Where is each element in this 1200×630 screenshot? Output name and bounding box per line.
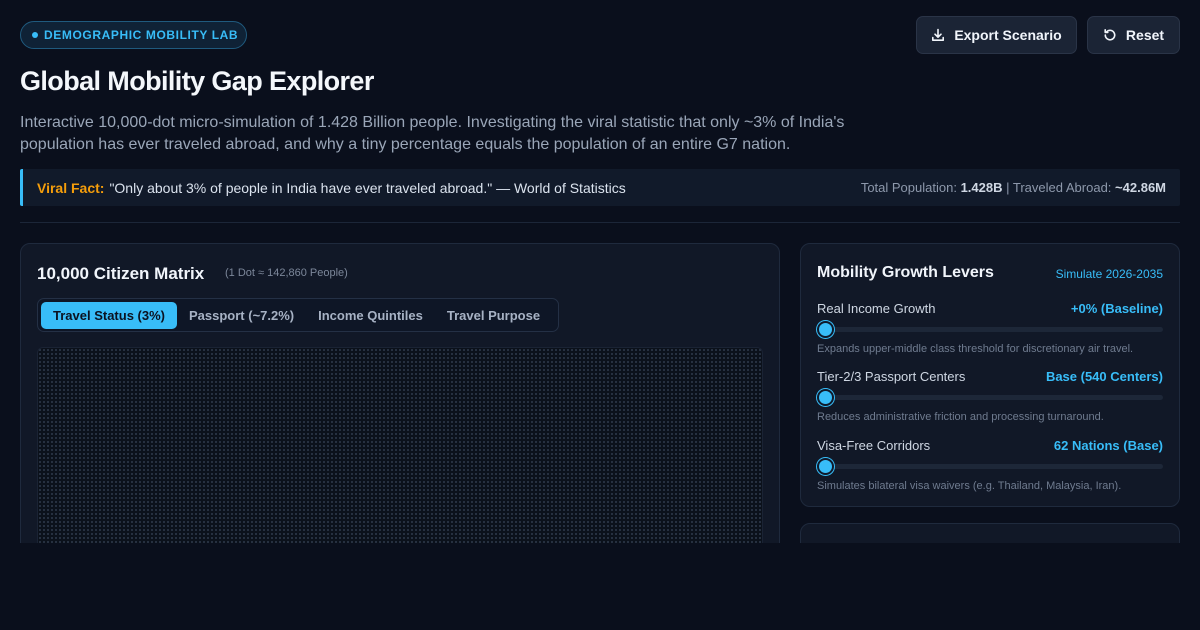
viral-fact-bar: Viral Fact: "Only about 3% of people in … — [20, 169, 1180, 206]
levers-title: Mobility Growth Levers — [817, 264, 994, 281]
traveled-value: ~42.86M — [1115, 180, 1166, 195]
slider-thumb[interactable] — [817, 389, 834, 406]
badge-dot-icon — [32, 32, 38, 38]
lever-description: Reduces administrative friction and proc… — [817, 411, 1104, 423]
reset-button[interactable]: Reset — [1087, 16, 1180, 54]
download-icon — [932, 28, 945, 41]
population-value: 1.428B — [960, 180, 1003, 195]
lever-name: Tier-2/3 Passport Centers — [817, 369, 966, 384]
lever-value: +0% (Baseline) — [1070, 301, 1163, 316]
lever-value: Base (540 Centers) — [1045, 369, 1163, 384]
fact-stats: Total Population: 1.428B | Traveled Abro… — [861, 180, 1166, 195]
fact-text: "Only about 3% of people in India have e… — [109, 179, 626, 196]
stats-separator: | — [1006, 180, 1010, 195]
export-scenario-button[interactable]: Export Scenario — [916, 16, 1077, 54]
lever-name: Visa-Free Corridors — [817, 438, 931, 453]
tab-travel-purpose[interactable]: Travel Purpose — [435, 302, 552, 329]
lever-income-growth: Real Income Growth +0% (Baseline) Expand… — [817, 301, 1163, 355]
income-growth-slider[interactable] — [817, 321, 1163, 338]
matrix-title: 10,000 Citizen Matrix — [37, 264, 205, 283]
badge-label: DEMOGRAPHIC MOBILITY LAB — [44, 28, 239, 42]
lever-value: 62 Nations (Base) — [1053, 438, 1163, 453]
page-subtitle: Interactive 10,000-dot micro-simulation … — [20, 114, 845, 153]
tab-passport[interactable]: Passport (~7.2%) — [177, 302, 306, 329]
passport-centers-slider[interactable] — [817, 389, 1163, 406]
reset-icon — [1104, 29, 1116, 41]
page-bottom-area — [0, 543, 1200, 630]
tab-travel-status[interactable]: Travel Status (3%) — [41, 301, 177, 329]
traveled-label: Traveled Abroad: — [1012, 180, 1112, 195]
matrix-tabs: Travel Status (3%) Passport (~7.2%) Inco… — [37, 298, 559, 332]
slider-thumb[interactable] — [817, 321, 834, 338]
header-divider — [20, 222, 1180, 223]
lever-description: Simulates bilateral visa waivers (e.g. T… — [817, 480, 1122, 492]
lever-name: Real Income Growth — [817, 301, 936, 316]
growth-levers-panel: Mobility Growth Levers Simulate 2026-203… — [800, 243, 1180, 507]
lever-visa-free-corridors: Visa-Free Corridors 62 Nations (Base) Si… — [817, 438, 1163, 492]
population-label: Total Population: — [860, 180, 957, 195]
simulate-link[interactable]: Simulate 2026-2035 — [1056, 267, 1163, 281]
slider-thumb[interactable] — [817, 458, 834, 475]
tab-income-quintiles[interactable]: Income Quintiles — [306, 302, 435, 329]
fact-label: Viral Fact: — [37, 179, 105, 196]
reset-label: Reset — [1125, 27, 1165, 43]
lever-description: Expands upper-middle class threshold for… — [817, 343, 1134, 355]
matrix-note: (1 Dot ≈ 142,860 People) — [225, 267, 348, 279]
visa-corridors-slider[interactable] — [817, 458, 1163, 475]
page-title: Global Mobility Gap Explorer — [20, 66, 374, 96]
lever-passport-centers: Tier-2/3 Passport Centers Base (540 Cent… — [817, 369, 1163, 423]
lab-badge: DEMOGRAPHIC MOBILITY LAB — [20, 21, 247, 49]
export-label: Export Scenario — [954, 27, 1062, 43]
